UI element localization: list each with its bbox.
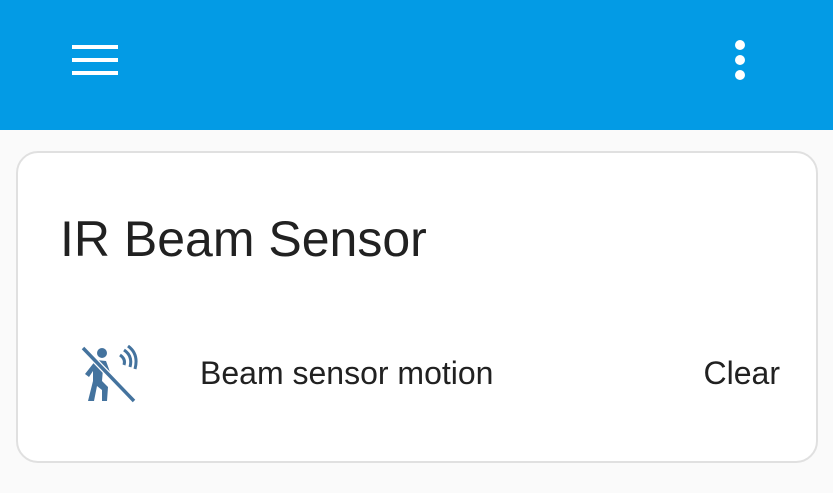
dots-vertical-icon <box>735 40 745 80</box>
motion-sensor-off-icon <box>80 345 138 404</box>
menu-button[interactable] <box>62 30 128 90</box>
hamburger-menu-icon <box>72 45 118 75</box>
card-title: IR Beam Sensor <box>60 211 427 267</box>
overflow-menu-button[interactable] <box>712 30 768 90</box>
entity-state: Clear <box>703 355 780 391</box>
entity-name: Beam sensor motion <box>200 355 494 391</box>
entities-card: IR Beam Sensor Beam sensor motion Clear <box>16 151 818 463</box>
entity-row[interactable]: Beam sensor motion Clear <box>60 337 780 413</box>
app-header <box>0 0 833 130</box>
